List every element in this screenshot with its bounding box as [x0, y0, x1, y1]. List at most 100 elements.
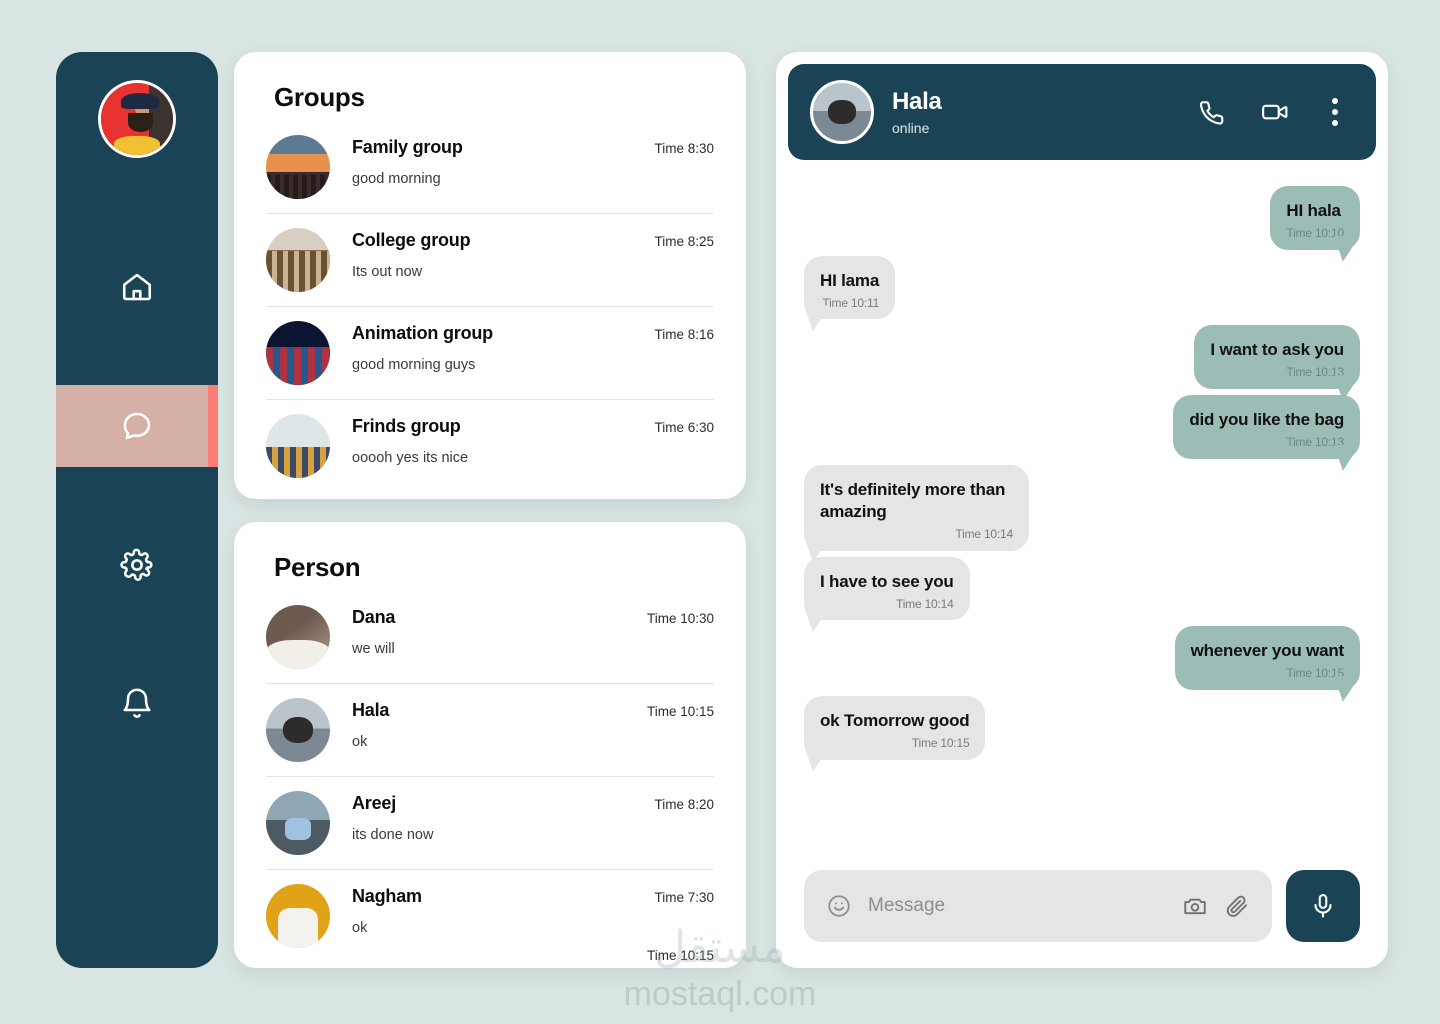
contact-avatar[interactable]: [810, 80, 874, 144]
list-item[interactable]: Animation group Time 8:16 good morning g…: [266, 306, 714, 399]
microphone-button[interactable]: [1286, 870, 1360, 942]
more-options-icon[interactable]: [1324, 96, 1346, 128]
person-avatar: [266, 884, 330, 948]
list-item-body: Family group Time 8:30 good morning: [352, 135, 714, 187]
message-input[interactable]: [868, 895, 1166, 917]
list-item[interactable]: Dana Time 10:30 we will: [266, 591, 714, 683]
group-avatar: [266, 321, 330, 385]
message-text: HI hala: [1286, 201, 1341, 220]
sidebar-item-settings[interactable]: [56, 524, 218, 606]
group-preview: good morning guys: [352, 357, 476, 373]
camera-icon[interactable]: [1182, 893, 1208, 919]
home-icon: [122, 273, 152, 301]
list-item-body: Areej Time 8:20 its done now: [352, 791, 714, 843]
group-preview: good morning: [352, 171, 441, 187]
message-bubble-incoming[interactable]: HI lama Time 10:11: [804, 255, 896, 320]
group-preview: Its out now: [352, 264, 423, 280]
person-next-time: Time 10:15: [646, 948, 714, 963]
message-time: Time 10:14: [896, 596, 954, 611]
group-avatar: [266, 228, 330, 292]
chat-actions: [1196, 96, 1354, 128]
groups-list: Family group Time 8:30 good morning Coll…: [234, 121, 746, 492]
smiley-icon[interactable]: [826, 893, 852, 919]
message-row: whenever you want Time 10:15: [804, 626, 1360, 690]
group-time: Time 8:25: [654, 234, 714, 249]
gear-icon: [120, 548, 153, 581]
list-item[interactable]: Nagham Time 7:30 ok Time 10:15: [266, 869, 714, 968]
message-bubble-incoming[interactable]: It's definitely more than amazing Time 1…: [804, 464, 1029, 551]
watermark-latin: mostaql.com: [623, 975, 817, 1013]
person-card: Person Dana Time 10:30 we will Hala Time…: [234, 522, 746, 968]
person-name: Areej: [352, 793, 397, 813]
message-time: Time 10:15: [911, 736, 970, 750]
avatar-shirt: [113, 136, 161, 155]
list-item-body: Nagham Time 7:30 ok Time 10:15: [352, 884, 714, 963]
list-item-body: College group Time 8:25 Its out now: [352, 228, 714, 280]
group-avatar: [266, 135, 330, 199]
list-item[interactable]: Areej Time 8:20 its done now: [266, 776, 714, 869]
list-item-body: Frinds group Time 6:30 ooooh yes its nic…: [352, 414, 714, 466]
phone-icon[interactable]: [1196, 97, 1226, 127]
message-bubble-incoming[interactable]: ok Tomorrow good Time 10:15: [804, 695, 986, 760]
person-preview: its done now: [352, 827, 434, 843]
message-row: ok Tomorrow good Time 10:15: [804, 695, 1360, 760]
message-text: ok Tomorrow good: [820, 710, 970, 730]
chat-bubble-icon: [123, 412, 151, 440]
status-badge: online: [892, 120, 930, 136]
group-name: College group: [352, 230, 471, 250]
message-bubble-outgoing[interactable]: HI hala Time 10:10: [1270, 186, 1360, 250]
message-text: It's definitely more than amazing: [820, 479, 1006, 521]
avatar[interactable]: [98, 80, 176, 158]
video-camera-icon[interactable]: [1260, 97, 1290, 127]
group-avatar: [266, 414, 330, 478]
list-item[interactable]: College group Time 8:25 Its out now: [266, 213, 714, 306]
message-input-wrapper[interactable]: [804, 870, 1272, 942]
message-text: I have to see you: [820, 571, 954, 591]
list-item[interactable]: Frinds group Time 6:30 ooooh yes its nic…: [266, 399, 714, 492]
sidebar-item-home[interactable]: [56, 246, 218, 328]
message-bubble-incoming[interactable]: I have to see you Time 10:14: [804, 556, 970, 621]
group-name: Family group: [352, 137, 463, 157]
message-list: HI hala Time 10:10 HI lama Time 10:11 I …: [776, 172, 1388, 870]
groups-card: Groups Family group Time 8:30 good morni…: [234, 52, 746, 499]
group-name: Animation group: [352, 323, 493, 343]
chat-panel: Hala online HI hala Time 10:10 HI lama T…: [776, 52, 1388, 968]
sidebar-item-notifications[interactable]: [56, 663, 218, 745]
message-bubble-outgoing[interactable]: whenever you want Time 10:15: [1174, 626, 1360, 690]
group-name: Frinds group: [352, 416, 461, 436]
list-item-body: Hala Time 10:15 ok: [352, 698, 714, 750]
person-name: Nagham: [352, 886, 422, 906]
message-time: Time 10:10: [1286, 226, 1344, 241]
list-item[interactable]: Hala Time 10:15 ok: [266, 683, 714, 776]
person-avatar: [266, 791, 330, 855]
list-item[interactable]: Family group Time 8:30 good morning: [266, 121, 714, 213]
list-item-body: Dana Time 10:30 we will: [352, 605, 714, 657]
person-time: Time 10:30: [646, 611, 714, 626]
sidebar: [56, 52, 218, 968]
person-avatar: [266, 698, 330, 762]
message-text: I want to ask you: [1210, 340, 1344, 360]
person-name: Dana: [352, 607, 396, 627]
message-row: HI hala Time 10:10: [804, 186, 1360, 250]
group-time: Time 8:16: [654, 327, 714, 342]
paperclip-icon[interactable]: [1224, 893, 1250, 919]
message-row: HI lama Time 10:11: [804, 255, 1360, 320]
person-avatar: [266, 605, 330, 669]
sidebar-item-chats[interactable]: [56, 385, 218, 467]
person-name: Hala: [352, 700, 390, 720]
sidebar-nav: [56, 246, 218, 745]
avatar-beard: [128, 113, 153, 132]
group-preview: ooooh yes its nice: [352, 450, 469, 466]
message-time: Time 10:13: [1286, 435, 1344, 450]
message-row: It's definitely more than amazing Time 1…: [804, 464, 1360, 551]
message-bubble-outgoing[interactable]: did you like the bag Time 10:13: [1173, 395, 1360, 459]
message-time: Time 10:14: [955, 526, 1013, 541]
contact-meta: Hala online: [892, 88, 1196, 136]
message-row: did you like the bag Time 10:13: [804, 395, 1360, 459]
chat-header: Hala online: [788, 64, 1376, 160]
message-time: Time 10:13: [1286, 365, 1344, 380]
message-time: Time 10:15: [1286, 666, 1344, 681]
group-time: Time 8:30: [654, 141, 714, 156]
message-bubble-outgoing[interactable]: I want to ask you Time 10:13: [1194, 325, 1360, 390]
message-text: whenever you want: [1190, 641, 1345, 661]
